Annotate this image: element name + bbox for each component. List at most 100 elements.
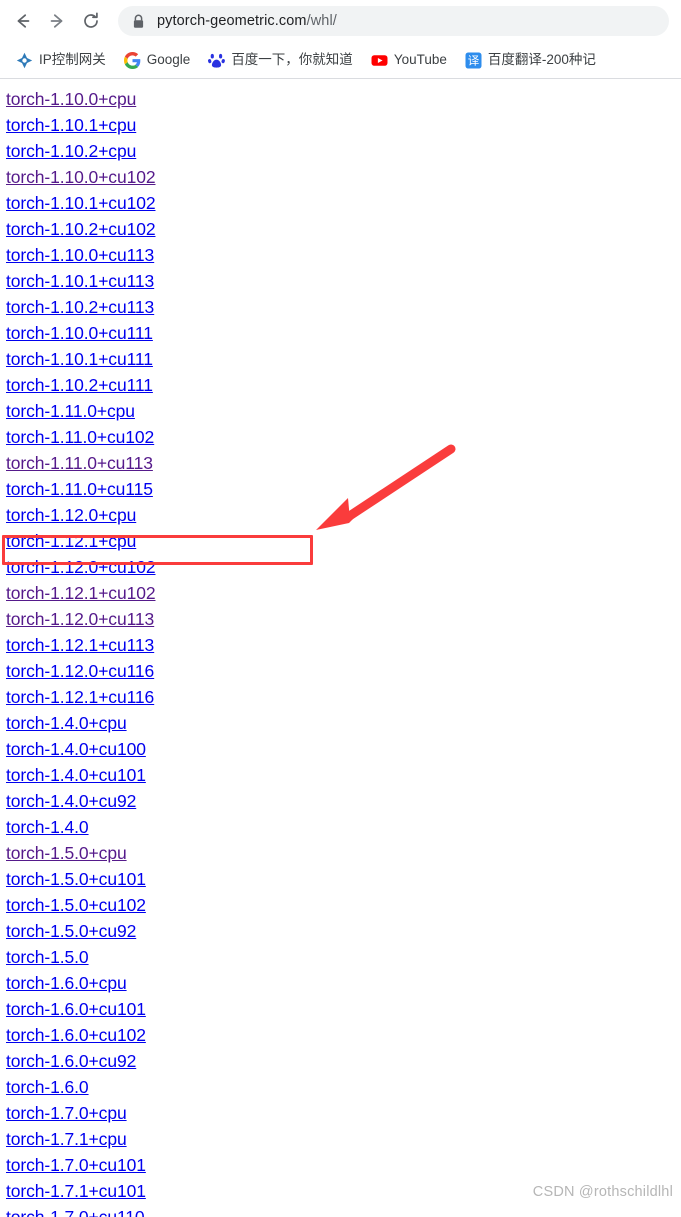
link-row: torch-1.5.0+cu102 [6, 892, 681, 918]
bookmark-baidu[interactable]: 百度一下，你就知道 [202, 47, 359, 73]
wheel-link[interactable]: torch-1.7.0+cpu [6, 1103, 127, 1123]
forward-button[interactable] [42, 6, 72, 36]
wheel-link[interactable]: torch-1.11.0+cu115 [6, 479, 153, 499]
link-row: torch-1.11.0+cu102 [6, 424, 681, 450]
youtube-icon [371, 52, 388, 69]
wheel-link[interactable]: torch-1.10.0+cu102 [6, 167, 156, 187]
wheel-link[interactable]: torch-1.7.0+cu110 [6, 1207, 145, 1217]
watermark: CSDN @rothschildlhl [532, 1184, 673, 1200]
link-row: torch-1.6.0+cu102 [6, 1022, 681, 1048]
link-row: torch-1.10.2+cu111 [6, 372, 681, 398]
wheel-link[interactable]: torch-1.5.0+cu92 [6, 921, 136, 941]
link-row: torch-1.10.2+cu113 [6, 294, 681, 320]
wheel-link[interactable]: torch-1.7.1+cpu [6, 1129, 127, 1149]
wheel-link[interactable]: torch-1.12.0+cpu [6, 505, 136, 525]
bookmark-baidu-translate[interactable]: 译 百度翻译-200种记 [459, 47, 602, 73]
wheel-link[interactable]: torch-1.12.1+cu113 [6, 635, 154, 655]
link-row: torch-1.10.0+cu102 [6, 164, 681, 190]
url-host: pytorch-geometric.com [157, 12, 307, 29]
bookmark-label: IP控制网关 [39, 52, 106, 68]
wheel-link[interactable]: torch-1.5.0+cu101 [6, 869, 146, 889]
link-row: torch-1.11.0+cu113 [6, 450, 681, 476]
wheel-link[interactable]: torch-1.10.1+cu102 [6, 193, 156, 213]
bookmark-youtube[interactable]: YouTube [365, 47, 453, 73]
wheel-link[interactable]: torch-1.10.1+cu111 [6, 349, 153, 369]
bookmark-ip-gateway[interactable]: IP控制网关 [10, 47, 112, 73]
link-row: torch-1.10.2+cu102 [6, 216, 681, 242]
link-row: torch-1.7.0+cu110 [6, 1204, 681, 1217]
wheel-link[interactable]: torch-1.10.2+cu102 [6, 219, 156, 239]
link-row: torch-1.7.0+cpu [6, 1100, 681, 1126]
wheel-link[interactable]: torch-1.12.0+cu116 [6, 661, 154, 681]
wheel-link[interactable]: torch-1.6.0+cpu [6, 973, 127, 993]
wheel-link[interactable]: torch-1.12.0+cu102 [6, 557, 156, 577]
wheel-link[interactable]: torch-1.10.1+cu113 [6, 271, 154, 291]
wheel-link[interactable]: torch-1.10.0+cpu [6, 89, 136, 109]
link-row: torch-1.10.0+cu113 [6, 242, 681, 268]
link-row: torch-1.10.1+cu111 [6, 346, 681, 372]
wheel-link[interactable]: torch-1.12.1+cpu [6, 531, 136, 551]
link-row: torch-1.6.0+cpu [6, 970, 681, 996]
bookmark-label: Google [146, 52, 191, 68]
address-bar[interactable]: pytorch-geometric.com/whl/ [118, 6, 669, 36]
wheel-link[interactable]: torch-1.12.0+cu113 [6, 609, 154, 629]
link-row: torch-1.4.0+cu100 [6, 736, 681, 762]
baidu-icon [208, 52, 226, 69]
wheel-link[interactable]: torch-1.10.1+cpu [6, 115, 136, 135]
link-row: torch-1.10.1+cu113 [6, 268, 681, 294]
link-row: torch-1.10.1+cpu [6, 112, 681, 138]
link-row: torch-1.10.0+cu111 [6, 320, 681, 346]
link-row: torch-1.12.1+cpu [6, 528, 681, 554]
link-row: torch-1.10.1+cu102 [6, 190, 681, 216]
wheel-link[interactable]: torch-1.4.0+cu101 [6, 765, 146, 785]
wheel-link[interactable]: torch-1.6.0+cu101 [6, 999, 146, 1019]
svg-text:译: 译 [468, 53, 480, 67]
wheel-link[interactable]: torch-1.11.0+cu102 [6, 427, 154, 447]
wheel-link[interactable]: torch-1.4.0+cpu [6, 713, 127, 733]
wheel-link[interactable]: torch-1.5.0 [6, 947, 89, 967]
link-row: torch-1.12.0+cu102 [6, 554, 681, 580]
wheel-link[interactable]: torch-1.6.0 [6, 1077, 89, 1097]
link-row: torch-1.10.2+cpu [6, 138, 681, 164]
url-text: pytorch-geometric.com/whl/ [157, 14, 337, 29]
wheel-link[interactable]: torch-1.11.0+cpu [6, 401, 135, 421]
wheel-link[interactable]: torch-1.7.0+cu101 [6, 1155, 146, 1175]
wheel-link[interactable]: torch-1.6.0+cu102 [6, 1025, 146, 1045]
wheel-link[interactable]: torch-1.4.0 [6, 817, 89, 837]
back-button[interactable] [8, 6, 38, 36]
wheel-link[interactable]: torch-1.12.1+cu116 [6, 687, 154, 707]
wheel-link[interactable]: torch-1.10.2+cu111 [6, 375, 153, 395]
wheel-link[interactable]: torch-1.6.0+cu92 [6, 1051, 136, 1071]
wheel-link[interactable]: torch-1.5.0+cu102 [6, 895, 146, 915]
wheel-link[interactable]: torch-1.10.2+cpu [6, 141, 136, 161]
wheel-link[interactable]: torch-1.11.0+cu113 [6, 453, 153, 473]
wheel-index-link-list: torch-1.10.0+cpu torch-1.10.1+cpu torch-1.… [6, 86, 681, 1217]
link-row: torch-1.7.0+cu101 [6, 1152, 681, 1178]
link-row: torch-1.4.0+cpu [6, 710, 681, 736]
link-row: torch-1.12.1+cu102 [6, 580, 681, 606]
link-row: torch-1.11.0+cpu [6, 398, 681, 424]
reload-icon [81, 11, 101, 31]
baidu-translate-icon: 译 [465, 52, 482, 69]
wheel-link[interactable]: torch-1.10.2+cu113 [6, 297, 154, 317]
reload-button[interactable] [76, 6, 106, 36]
wheel-link[interactable]: torch-1.10.0+cu111 [6, 323, 153, 343]
wheel-link[interactable]: torch-1.5.0+cpu [6, 843, 127, 863]
browser-toolbar: pytorch-geometric.com/whl/ [0, 0, 681, 42]
google-icon [123, 51, 141, 69]
wheel-link[interactable]: torch-1.4.0+cu100 [6, 739, 146, 759]
link-row: torch-1.12.0+cu116 [6, 658, 681, 684]
arrow-right-icon [47, 11, 67, 31]
wheel-link[interactable]: torch-1.10.0+cu113 [6, 245, 154, 265]
ip-gateway-icon [16, 52, 33, 69]
link-row: torch-1.11.0+cu115 [6, 476, 681, 502]
wheel-link[interactable]: torch-1.12.1+cu102 [6, 583, 156, 603]
link-row: torch-1.4.0+cu101 [6, 762, 681, 788]
bookmark-google[interactable]: Google [118, 47, 197, 73]
wheel-link[interactable]: torch-1.7.1+cu101 [6, 1181, 146, 1201]
link-row: torch-1.12.0+cu113 [6, 606, 681, 632]
wheel-link[interactable]: torch-1.4.0+cu92 [6, 791, 136, 811]
bookmark-label: 百度翻译-200种记 [487, 52, 596, 68]
link-row: torch-1.6.0+cu101 [6, 996, 681, 1022]
link-row: torch-1.5.0 [6, 944, 681, 970]
